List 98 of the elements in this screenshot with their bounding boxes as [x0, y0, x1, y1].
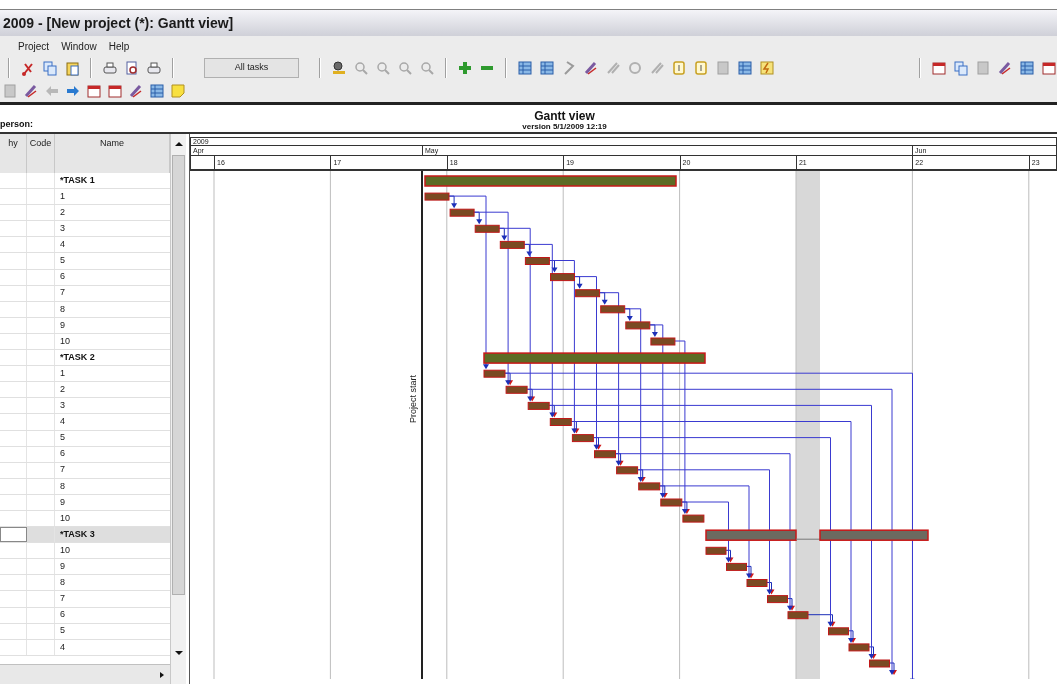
summary-bar[interactable] [705, 529, 929, 541]
task-bar[interactable] [746, 579, 768, 587]
task-name: 7 [60, 592, 65, 606]
grid-icon[interactable] [149, 83, 165, 99]
calendar-icon[interactable] [86, 83, 102, 99]
task-bar[interactable] [594, 450, 616, 459]
report-subtitle: version 5/1/2009 12:19 [522, 123, 607, 131]
calendar-icon[interactable] [931, 60, 947, 76]
task-bar[interactable] [705, 546, 727, 555]
task-bar[interactable] [616, 466, 639, 475]
task-bar[interactable] [600, 305, 626, 314]
task-name: 4 [60, 415, 65, 429]
clipboard-icon[interactable] [671, 60, 687, 76]
summary-task-name: *TASK 2 [60, 350, 95, 364]
task-name: 10 [60, 511, 70, 525]
task-name: 6 [60, 270, 65, 284]
task-bar[interactable] [869, 659, 890, 668]
task-name: 6 [60, 608, 65, 622]
plus-icon[interactable] [457, 60, 473, 76]
dependency-arrow [889, 662, 897, 676]
document-search-icon[interactable] [124, 60, 140, 76]
pencil-icon[interactable] [128, 83, 144, 99]
task-name: 2 [60, 383, 65, 396]
task-bar[interactable] [682, 514, 705, 523]
task-bar[interactable] [575, 289, 601, 298]
task-name: 8 [60, 576, 65, 590]
task-bar[interactable] [828, 627, 849, 636]
task-name: 7 [60, 286, 65, 300]
task-bar[interactable] [571, 434, 594, 443]
printer-icon[interactable] [102, 60, 118, 76]
task-bar[interactable] [449, 208, 475, 217]
task-name: 5 [60, 254, 65, 268]
person-label: person: [0, 117, 33, 131]
paste-icon[interactable] [64, 60, 80, 76]
task-bar[interactable] [787, 611, 809, 620]
window-title: 2009 - [New project (*): Gantt view] [3, 13, 234, 33]
task-name: 10 [60, 334, 70, 348]
task-bar[interactable] [505, 385, 528, 394]
task-name: 7 [60, 463, 65, 477]
user-search-icon[interactable] [331, 60, 347, 76]
task-bar[interactable] [527, 401, 550, 410]
task-name: 8 [60, 479, 65, 493]
printer-icon[interactable] [146, 60, 162, 76]
focused-cell[interactable] [0, 527, 27, 543]
task-bar[interactable] [726, 562, 747, 571]
summary-task-name: *TASK 1 [60, 173, 95, 187]
task-bar[interactable] [848, 643, 870, 652]
task-name: 3 [60, 222, 65, 236]
task-bar[interactable] [650, 337, 676, 346]
pencil-icon[interactable] [583, 60, 599, 76]
grid-icon[interactable] [1019, 60, 1035, 76]
grid-icon[interactable] [517, 60, 533, 76]
pencil-icon[interactable] [997, 60, 1013, 76]
task-name: 9 [60, 560, 65, 574]
menu-item[interactable]: Window [61, 38, 97, 54]
menu-item[interactable]: Help [108, 38, 130, 54]
task-name: 3 [60, 399, 65, 413]
scrollbar-thumb[interactable] [172, 155, 185, 595]
grid-icon[interactable] [539, 60, 555, 76]
lightning-icon[interactable] [759, 60, 775, 76]
task-name: 6 [60, 447, 65, 461]
summary-task-name: *TASK 3 [60, 527, 95, 541]
copy-icon[interactable] [42, 60, 58, 76]
task-bar[interactable] [767, 595, 788, 604]
task-name: 5 [60, 431, 65, 445]
task-bar[interactable] [483, 369, 506, 378]
task-bar[interactable] [499, 240, 525, 249]
report-title: Gantt view [534, 110, 595, 122]
task-name: 4 [60, 238, 65, 252]
task-name: 1 [60, 366, 65, 380]
copy-icon[interactable] [953, 60, 969, 76]
task-bar[interactable] [524, 257, 550, 265]
project-start-label: Project start [408, 375, 418, 423]
task-bar[interactable] [474, 224, 500, 233]
menu-item[interactable]: Project [18, 38, 50, 54]
task-name: 5 [60, 624, 65, 638]
task-bar[interactable] [660, 498, 683, 507]
task-bar[interactable] [638, 482, 661, 491]
scroll-right-icon[interactable] [158, 670, 166, 679]
vertical-scrollbar[interactable] [170, 134, 186, 684]
task-name: 9 [60, 495, 65, 509]
pencil-icon[interactable] [23, 83, 39, 99]
task-name: 8 [60, 302, 65, 316]
arrow-right-icon[interactable] [65, 83, 81, 99]
task-name: 4 [60, 640, 65, 654]
calendar-icon[interactable] [107, 83, 123, 99]
task-bar[interactable] [550, 273, 575, 282]
task-bar[interactable] [549, 418, 572, 426]
task-bar[interactable] [625, 321, 651, 330]
task-name: 2 [60, 206, 65, 219]
calendar-icon[interactable] [1041, 60, 1057, 76]
task-name: 1 [60, 189, 65, 203]
task-name: 10 [60, 543, 70, 557]
filter-button[interactable]: All tasks [204, 58, 299, 78]
clipboard-icon[interactable] [693, 60, 709, 76]
task-bar[interactable] [424, 192, 450, 201]
grid-icon[interactable] [737, 60, 753, 76]
task-name: 9 [60, 318, 65, 332]
